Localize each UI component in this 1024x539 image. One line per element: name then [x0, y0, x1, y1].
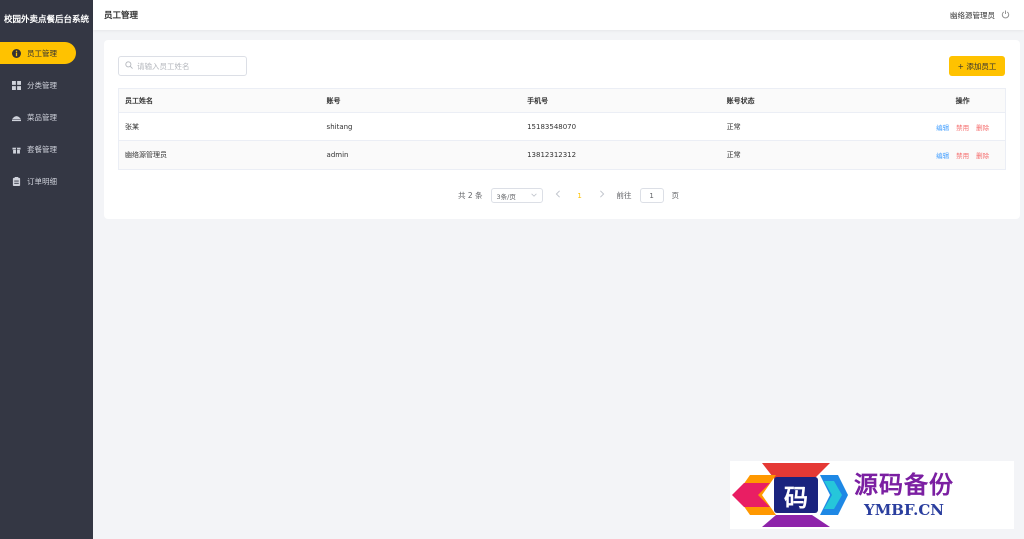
- info-circle-icon: [12, 48, 21, 58]
- prev-page-button[interactable]: [551, 190, 565, 201]
- employee-name: 幽络源管理员: [125, 151, 167, 159]
- search-box[interactable]: [118, 56, 247, 76]
- employee-name: 张某: [125, 122, 139, 131]
- gift-box-icon: [12, 145, 21, 154]
- edit-button[interactable]: 编辑: [936, 150, 949, 160]
- sidebar-item-label: 菜品管理: [27, 112, 57, 122]
- watermark-banner: 码 源码备份 YMBF.CN: [730, 461, 1014, 529]
- page-title: 员工管理: [104, 11, 139, 21]
- search-icon: [125, 61, 133, 71]
- total-count: 共 2 条: [458, 191, 483, 200]
- app-title: 校园外卖点餐后台系统: [3, 15, 89, 25]
- page-number-current[interactable]: 1: [573, 192, 587, 200]
- column-header-phone: 手机号: [527, 96, 549, 105]
- employee-table: 员工姓名 账号 手机号 账号状态 操作 张某 shitang 151835480…: [118, 88, 1006, 170]
- sidebar-item-label: 订单明细: [27, 176, 57, 186]
- column-header-name: 员工姓名: [125, 96, 153, 105]
- employee-account: admin: [326, 151, 349, 159]
- employee-phone: 15183548070: [527, 122, 577, 131]
- sidebar-item-setmeals[interactable]: 套餐管理: [0, 138, 76, 160]
- watermark-text: 源码备份 YMBF.CN: [854, 470, 954, 520]
- sidebar-item-categories[interactable]: 分类管理: [0, 74, 76, 96]
- row-actions: 编辑 禁用 删除: [920, 122, 1005, 132]
- top-header: 员工管理 幽络源管理员: [93, 0, 1024, 30]
- user-area: 幽络源管理员: [950, 9, 1010, 21]
- sidebar-item-label: 套餐管理: [27, 144, 57, 154]
- page-size-select[interactable]: 3条/页: [490, 188, 543, 203]
- sidebar-item-dishes[interactable]: 菜品管理: [0, 106, 76, 128]
- chevron-down-icon: [530, 192, 537, 200]
- watermark-cn: 源码备份: [854, 470, 954, 499]
- table-row: 幽络源管理员 admin 13812312312 正常 编辑 禁用 删除: [119, 141, 1005, 169]
- sidebar-item-orders[interactable]: 订单明细: [0, 170, 76, 192]
- column-header-actions: 操作: [955, 96, 970, 105]
- dish-icon: [12, 113, 21, 122]
- table-row: 张某 shitang 15183548070 正常 编辑 禁用 删除: [119, 113, 1005, 141]
- jump-prefix: 前往: [616, 191, 632, 200]
- disable-button[interactable]: 禁用: [956, 150, 969, 160]
- user-name[interactable]: 幽络源管理员: [950, 10, 995, 21]
- employee-account: shitang: [326, 122, 353, 131]
- edit-button[interactable]: 编辑: [936, 122, 949, 132]
- search-input[interactable]: [137, 61, 246, 71]
- clipboard-icon: [12, 176, 21, 186]
- sidebar-item-employees[interactable]: 员工管理: [0, 42, 76, 64]
- employee-panel: + 添加员工 员工姓名 账号 手机号 账号状态 操作 张某 shitang 15…: [104, 40, 1020, 219]
- employee-phone: 13812312312: [527, 151, 577, 159]
- column-header-account: 账号: [326, 96, 341, 105]
- employee-status: 正常: [726, 122, 741, 131]
- row-actions: 编辑 禁用 删除: [920, 150, 1005, 160]
- column-header-status: 账号状态: [726, 96, 755, 105]
- power-icon[interactable]: [1001, 9, 1010, 21]
- table-header-row: 员工姓名 账号 手机号 账号状态 操作: [119, 89, 1005, 113]
- page-jump-input[interactable]: [639, 188, 664, 203]
- sidebar-item-label: 分类管理: [27, 80, 57, 90]
- jump-suffix: 页: [671, 191, 680, 200]
- watermark-logo-char: 码: [784, 482, 808, 512]
- disable-button[interactable]: 禁用: [956, 122, 969, 132]
- employee-status: 正常: [726, 151, 741, 159]
- pagination: 共 2 条 3条/页 1 前往 页: [458, 188, 679, 203]
- page-size-value: 3条/页: [496, 192, 516, 201]
- sidebar: 校园外卖点餐后台系统 员工管理 分类管理 菜品管理 套餐管理 订单明细: [0, 0, 93, 539]
- add-employee-button[interactable]: + 添加员工: [949, 56, 1005, 76]
- grid-icon: [12, 80, 21, 90]
- delete-button[interactable]: 删除: [976, 122, 989, 132]
- watermark-logo: 码: [730, 461, 848, 529]
- next-page-button[interactable]: [595, 190, 609, 201]
- delete-button[interactable]: 删除: [976, 150, 989, 160]
- sidebar-menu: 员工管理 分类管理 菜品管理 套餐管理 订单明细: [0, 42, 93, 192]
- watermark-en: YMBF.CN: [863, 501, 944, 519]
- sidebar-item-label: 员工管理: [27, 48, 57, 58]
